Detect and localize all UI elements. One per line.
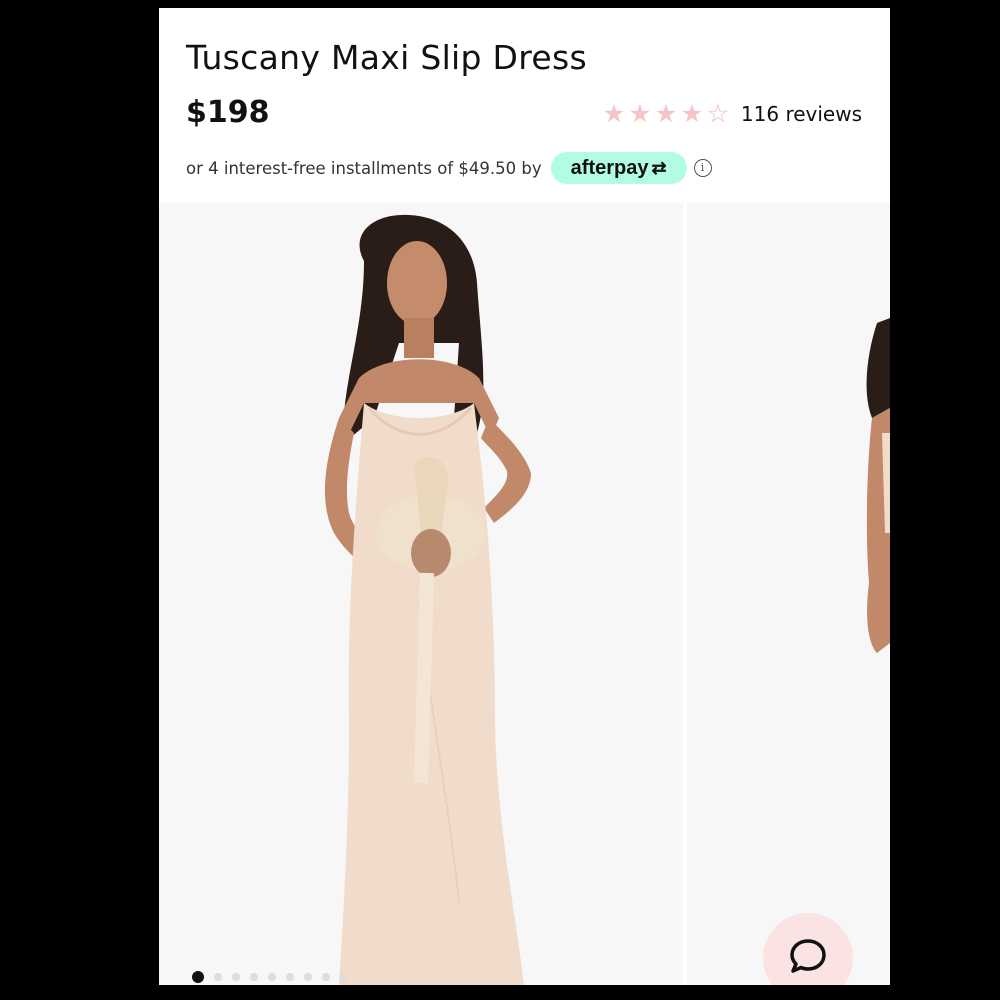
product-image-secondary[interactable] bbox=[687, 203, 890, 985]
gallery-dot[interactable] bbox=[322, 973, 330, 981]
star-empty-icon: ☆ bbox=[706, 99, 730, 128]
star-filled-icon: ★ bbox=[680, 99, 704, 128]
gallery-dot[interactable] bbox=[268, 973, 276, 981]
star-filled-icon: ★ bbox=[654, 99, 678, 128]
model-side-photo bbox=[687, 203, 890, 985]
gallery-dot[interactable] bbox=[250, 973, 258, 981]
product-price: $198 bbox=[186, 95, 270, 130]
star-filled-icon: ★ bbox=[628, 99, 652, 128]
afterpay-logo[interactable]: afterpay ⇄ bbox=[550, 152, 687, 184]
gallery-dot[interactable] bbox=[304, 973, 312, 981]
product-image-gallery[interactable] bbox=[159, 203, 890, 985]
gallery-dot-active[interactable] bbox=[192, 971, 204, 983]
chat-bubble-icon bbox=[790, 939, 826, 973]
gallery-dot[interactable] bbox=[340, 973, 348, 981]
product-page: Tuscany Maxi Slip Dress $198 ★ ★ ★ ★ ☆ 1… bbox=[159, 8, 890, 985]
product-image-main[interactable] bbox=[159, 203, 683, 985]
afterpay-installments: or 4 interest-free installments of $49.5… bbox=[186, 152, 712, 184]
info-icon[interactable]: i bbox=[693, 159, 712, 177]
star-filled-icon: ★ bbox=[602, 99, 626, 128]
afterpay-arrows-icon: ⇄ bbox=[651, 157, 667, 178]
rating-summary[interactable]: ★ ★ ★ ★ ☆ 116 reviews bbox=[601, 100, 862, 128]
gallery-dot[interactable] bbox=[214, 973, 222, 981]
reviews-link[interactable]: 116 reviews bbox=[741, 102, 862, 126]
gallery-pagination bbox=[192, 971, 358, 983]
product-title: Tuscany Maxi Slip Dress bbox=[186, 38, 587, 77]
model-front-photo bbox=[159, 203, 683, 985]
installment-text: or 4 interest-free installments of $49.5… bbox=[186, 158, 542, 178]
star-rating: ★ ★ ★ ★ ☆ bbox=[601, 100, 731, 128]
gallery-dot[interactable] bbox=[232, 973, 240, 981]
afterpay-brand-label: afterpay bbox=[570, 156, 649, 179]
gallery-dot[interactable] bbox=[286, 973, 294, 981]
